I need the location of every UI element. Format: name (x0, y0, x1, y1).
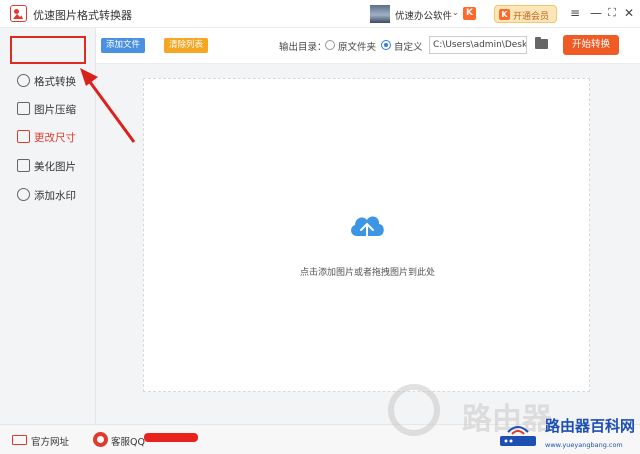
annotation-highlight-box (10, 36, 86, 64)
sidebar-item-format-convert[interactable]: 格式转换 (0, 69, 96, 93)
sidebar-item-resize[interactable]: 更改尺寸 (0, 125, 96, 149)
drop-zone[interactable]: 点击添加图片或者拖拽图片到此处 (143, 78, 590, 392)
clear-list-button[interactable]: 清除列表 (164, 38, 208, 53)
sidebar-item-beautify[interactable]: 美化图片 (0, 154, 96, 178)
format-convert-icon (17, 74, 30, 87)
watermark-url: www.yueyangbang.com (545, 441, 623, 449)
user-name[interactable]: 优速办公软件 (395, 8, 452, 22)
router-icon (500, 426, 536, 446)
sidebar-item-label: 格式转换 (34, 76, 76, 88)
watermark-icon (17, 188, 30, 201)
folder-icon[interactable] (535, 37, 548, 49)
radio-custom[interactable] (381, 40, 391, 50)
official-site-link[interactable]: 官方网址 (31, 434, 69, 448)
radio-source-folder-label[interactable]: 原文件夹 (338, 39, 376, 53)
vip-label: 开通会员 (513, 12, 550, 22)
beautify-icon (17, 159, 30, 172)
cloud-upload-icon (351, 216, 384, 242)
user-badge-icon: K (463, 7, 476, 20)
sidebar-item-label: 图片压缩 (34, 104, 76, 116)
main-area: 点击添加图片或者拖拽图片到此处 (96, 64, 640, 424)
output-path-field[interactable]: C:\Users\admin\Deskto (429, 36, 527, 54)
drop-hint: 点击添加图片或者拖拽图片到此处 (299, 268, 435, 278)
sidebar-item-watermark[interactable]: 添加水印 (0, 183, 96, 207)
customer-service-qq-link[interactable]: 客服QQ (111, 434, 145, 448)
redaction-mark (144, 433, 198, 442)
title-bar: 优速图片格式转换器 优速办公软件 ⌄ K K 开通会员 ≡ — ⛶ ✕ (0, 0, 640, 28)
chevron-down-icon[interactable]: ⌄ (452, 8, 459, 17)
compress-icon (17, 102, 30, 115)
sidebar-item-label: 添加水印 (34, 190, 76, 202)
resize-icon (17, 130, 30, 143)
sidebar: 格式转换 图片压缩 更改尺寸 美化图片 添加水印 (0, 28, 96, 424)
radio-source-folder[interactable] (325, 40, 335, 50)
start-convert-button[interactable]: 开始转换 (563, 35, 619, 55)
vip-button[interactable]: K 开通会员 (494, 5, 557, 23)
sidebar-item-compress[interactable]: 图片压缩 (0, 97, 96, 121)
app-title: 优速图片格式转换器 (33, 9, 132, 22)
toolbar: 添加文件 清除列表 输出目录： 原文件夹 自定义 C:\Users\admin\… (96, 28, 640, 64)
vip-icon: K (499, 9, 510, 20)
app-logo-icon (10, 5, 27, 22)
menu-icon[interactable]: ≡ (565, 3, 585, 23)
watermark-logo-icon (388, 384, 440, 436)
sidebar-item-label: 更改尺寸 (34, 132, 76, 144)
close-icon[interactable]: ✕ (619, 3, 639, 23)
radio-custom-label[interactable]: 自定义 (394, 39, 423, 53)
user-avatar[interactable] (370, 5, 390, 23)
add-file-button[interactable]: 添加文件 (101, 38, 145, 53)
sidebar-item-label: 美化图片 (34, 161, 76, 173)
website-icon (12, 435, 27, 445)
output-dir-label: 输出目录： (279, 42, 327, 53)
watermark-site-name: 路由器百科网 (545, 417, 636, 435)
customer-service-icon (93, 432, 108, 447)
